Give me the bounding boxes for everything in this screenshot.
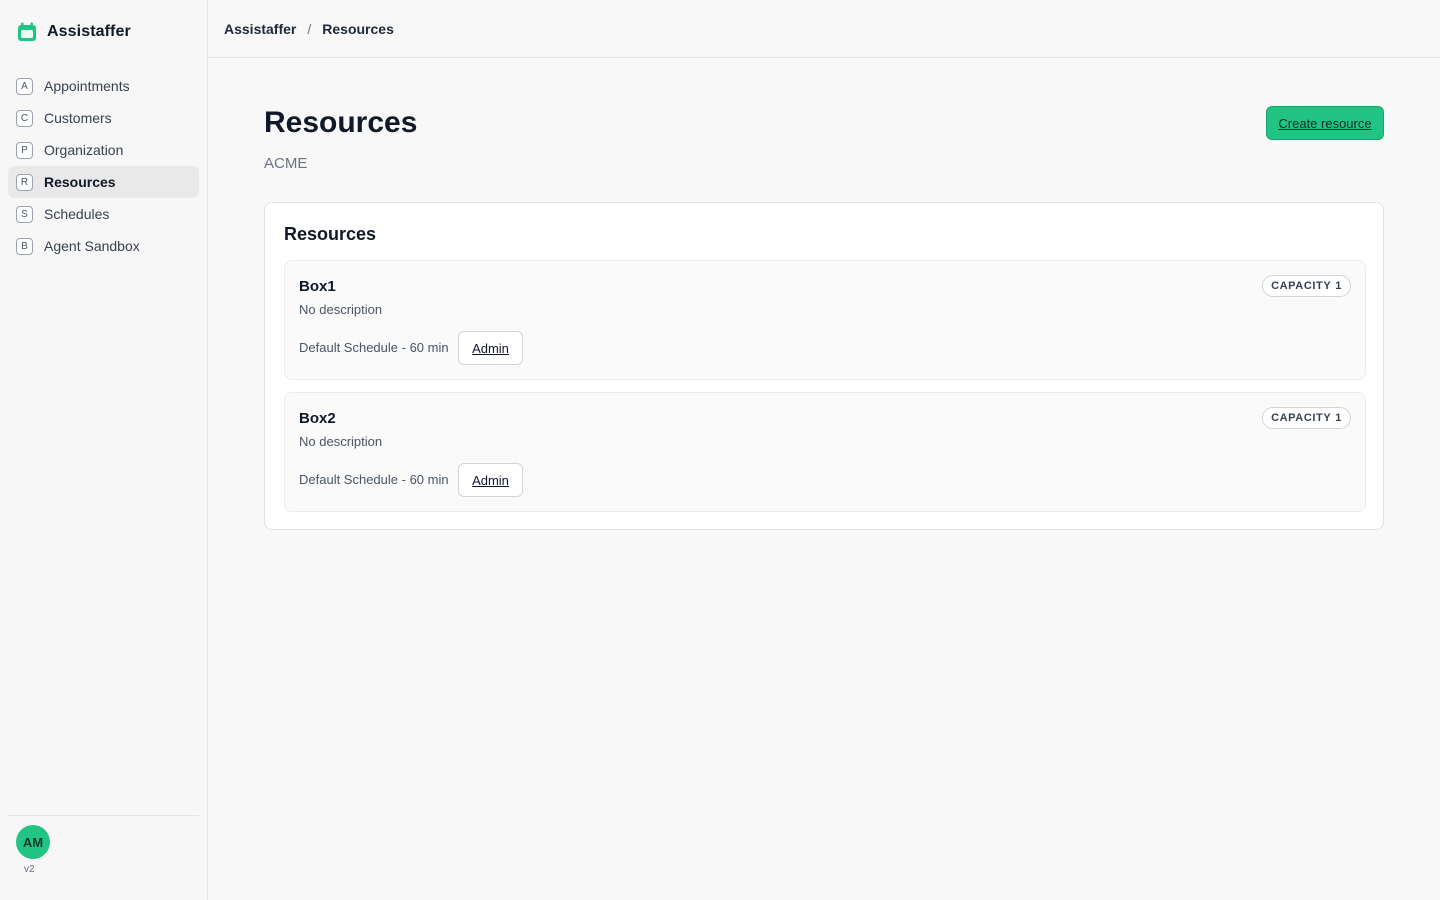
resource-card: Box1 No description Default Schedule - 6… bbox=[284, 260, 1366, 380]
page-title: Resources bbox=[264, 106, 418, 139]
shortcut-key-badge: P bbox=[16, 141, 33, 159]
sidebar-item-schedules[interactable]: S Schedules bbox=[8, 198, 199, 230]
shortcut-key-badge: C bbox=[16, 109, 33, 127]
capacity-value: 1 bbox=[1335, 412, 1342, 424]
capacity-badge: CAPACITY 1 bbox=[1262, 407, 1351, 429]
admin-button[interactable]: Admin bbox=[458, 463, 523, 497]
breadcrumb-root[interactable]: Assistaffer bbox=[224, 21, 296, 37]
user-avatar[interactable]: AM bbox=[16, 825, 50, 859]
app-version: v2 bbox=[24, 864, 35, 875]
shortcut-key-badge: A bbox=[16, 77, 33, 95]
sidebar: Assistaffer A Appointments C Customers P… bbox=[0, 0, 208, 900]
shortcut-key-badge: B bbox=[16, 237, 33, 255]
calendar-logo-icon bbox=[18, 22, 36, 41]
top-bar: Assistaffer / Resources bbox=[208, 0, 1440, 58]
shortcut-key-badge: S bbox=[16, 205, 33, 223]
organization-name: ACME bbox=[264, 155, 308, 172]
admin-button[interactable]: Admin bbox=[458, 331, 523, 365]
sidebar-item-customers[interactable]: C Customers bbox=[8, 102, 199, 134]
capacity-badge: CAPACITY 1 bbox=[1262, 275, 1351, 297]
resource-name: Box2 bbox=[299, 410, 336, 427]
capacity-value: 1 bbox=[1335, 280, 1342, 292]
sidebar-item-resources[interactable]: R Resources bbox=[8, 166, 199, 198]
sidebar-item-label: Resources bbox=[44, 174, 116, 190]
sidebar-item-agent-sandbox[interactable]: B Agent Sandbox bbox=[8, 230, 199, 262]
breadcrumb-current: Resources bbox=[322, 20, 394, 37]
resource-card: Box2 No description Default Schedule - 6… bbox=[284, 392, 1366, 512]
capacity-label: CAPACITY bbox=[1271, 412, 1332, 424]
sidebar-item-organization[interactable]: P Organization bbox=[8, 134, 199, 166]
brand[interactable]: Assistaffer bbox=[16, 20, 131, 44]
shortcut-key-badge: R bbox=[16, 173, 33, 191]
resource-description: No description bbox=[299, 302, 383, 317]
app-name: Assistaffer bbox=[47, 23, 131, 40]
sidebar-item-label: Organization bbox=[44, 142, 124, 158]
breadcrumb-separator: / bbox=[307, 20, 312, 37]
resource-name: Box1 bbox=[299, 278, 336, 295]
sidebar-item-label: Customers bbox=[44, 110, 112, 126]
capacity-label: CAPACITY bbox=[1271, 280, 1332, 292]
resources-panel: Resources Box1 No description Default Sc… bbox=[264, 202, 1384, 530]
sidebar-divider bbox=[8, 815, 199, 816]
sidebar-item-label: Schedules bbox=[44, 206, 110, 222]
resource-schedule: Default Schedule - 60 min bbox=[299, 472, 449, 487]
create-resource-button[interactable]: Create resource bbox=[1266, 106, 1384, 140]
resource-description: No description bbox=[299, 434, 383, 449]
resource-schedule: Default Schedule - 60 min bbox=[299, 340, 449, 355]
sidebar-item-label: Appointments bbox=[44, 78, 130, 94]
sidebar-item-label: Agent Sandbox bbox=[44, 238, 140, 254]
panel-title: Resources bbox=[284, 224, 377, 244]
sidebar-item-appointments[interactable]: A Appointments bbox=[8, 70, 199, 102]
sidebar-nav: A Appointments C Customers P Organizatio… bbox=[8, 70, 199, 262]
